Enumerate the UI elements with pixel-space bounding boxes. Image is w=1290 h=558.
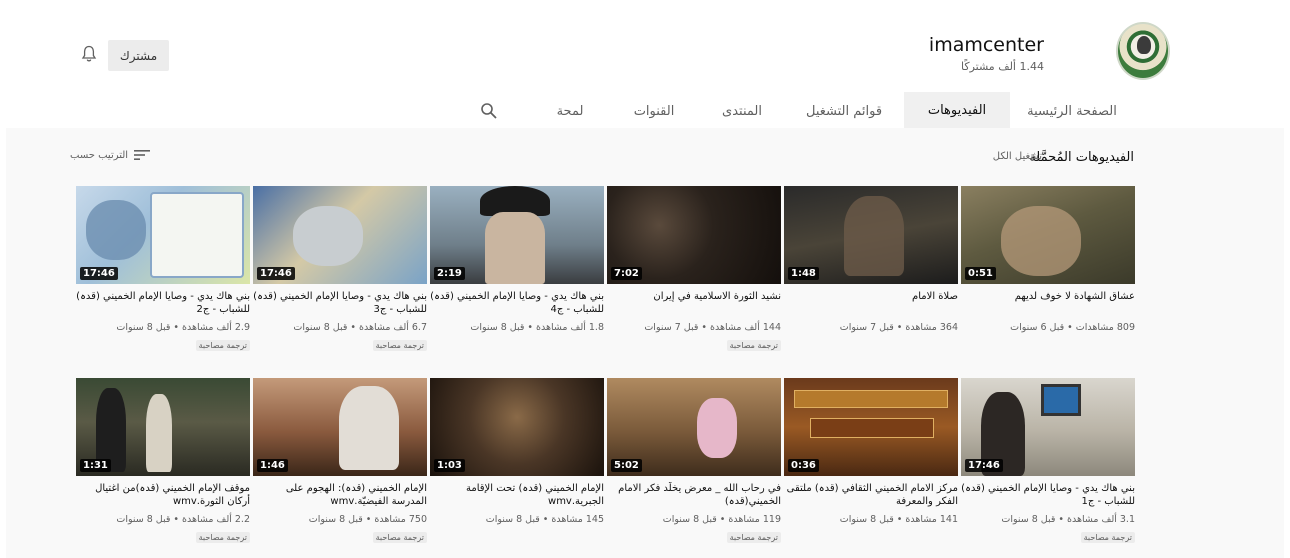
captions-badge: ترجمة مصاحبة <box>1080 532 1135 543</box>
video-title[interactable]: نشيد الثورة الاسلامية في إيران <box>607 290 781 303</box>
channel-header: imamcenter 1.44 ألف مشتركًا مشترك الصفحة… <box>6 4 1284 130</box>
video-duration: 2:19 <box>434 267 465 280</box>
video-duration: 1:48 <box>788 267 819 280</box>
thumbnail-banner <box>810 418 934 438</box>
video-meta: 364 مشاهدة • قبل 7 سنوات <box>839 322 958 333</box>
tab-channels[interactable]: القنوات <box>612 92 696 130</box>
video-title[interactable]: الإمام الخميني (قدہ) تحت الإقامة الجبرية… <box>430 482 604 508</box>
video-duration: 7:02 <box>611 267 642 280</box>
sort-by-label: الترتيب حسب <box>70 149 129 161</box>
video-thumbnail[interactable]: 0:36 <box>784 378 958 476</box>
video-card[interactable]: 1:48 صلاة الامام 364 مشاهدة • قبل 7 سنوا… <box>784 186 958 354</box>
tab-about[interactable]: لمحة <box>532 92 608 130</box>
video-duration: 1:03 <box>434 459 465 472</box>
videos-content: الفيديوهات المُحمَّلة تشغيل الكل الترتيب… <box>6 128 1284 558</box>
tab-videos[interactable]: الفيديوهات <box>904 92 1010 130</box>
video-thumbnail[interactable]: 17:46 <box>961 378 1135 476</box>
video-card[interactable]: 2:19 بني هاك يدي - وصايا الإمام الخميني … <box>430 186 604 354</box>
thumbnail-banner <box>794 390 948 408</box>
video-card[interactable]: 5:02 في رحاب الله _ معرض يخلّد فكر الاما… <box>607 378 781 546</box>
captions-badge: ترجمة مصاحبة <box>195 532 250 543</box>
video-thumbnail[interactable]: 1:31 <box>76 378 250 476</box>
video-card[interactable]: 0:51 عشاق الشهادة لا خوف لديهم 809 مشاهد… <box>961 186 1135 354</box>
thumbnail-tv <box>1041 384 1081 416</box>
video-meta: 141 مشاهدة • قبل 8 سنوات <box>839 514 958 525</box>
thumbnail-figure <box>146 394 172 472</box>
video-duration: 17:46 <box>965 459 1003 472</box>
channel-avatar[interactable] <box>1116 22 1170 80</box>
video-card[interactable]: 17:46 بني هاك يدي - وصايا الإمام الخميني… <box>253 186 427 354</box>
subscriber-count: 1.44 ألف مشتركًا <box>961 60 1044 73</box>
video-meta: 119 مشاهدة • قبل 8 سنوات <box>662 514 781 525</box>
thumbnail-figure <box>485 212 545 284</box>
thumbnail-figure <box>339 386 399 470</box>
video-thumbnail[interactable]: 1:48 <box>784 186 958 284</box>
video-duration: 1:31 <box>80 459 111 472</box>
video-meta: 3.1 ألف مشاهدة • قبل 8 سنوات <box>1001 514 1135 525</box>
video-thumbnail[interactable]: 1:46 <box>253 378 427 476</box>
search-icon[interactable] <box>480 102 498 120</box>
subscribe-button[interactable]: مشترك <box>108 40 169 71</box>
video-title[interactable]: موقف الإمام الخميني (قدہ)من اغتيال أركان… <box>76 482 250 508</box>
video-thumbnail[interactable]: 0:51 <box>961 186 1135 284</box>
video-thumbnail[interactable]: 7:02 <box>607 186 781 284</box>
video-duration: 0:51 <box>965 267 996 280</box>
captions-badge: ترجمة مصاحبة <box>726 340 781 351</box>
video-duration: 5:02 <box>611 459 642 472</box>
shelf-title: الفيديوهات المُحمَّلة <box>1029 150 1134 165</box>
video-title[interactable]: بني هاك يدي - وصايا الإمام الخميني (قدہ)… <box>76 290 250 316</box>
tab-playlists[interactable]: قوائم التشغيل <box>792 92 896 130</box>
thumbnail-figure <box>293 206 363 266</box>
video-meta: 145 مشاهدة • قبل 8 سنوات <box>485 514 604 525</box>
video-card[interactable]: 1:31 موقف الإمام الخميني (قدہ)من اغتيال … <box>76 378 250 546</box>
video-title[interactable]: بني هاك يدي - وصايا الإمام الخميني (قدہ)… <box>961 482 1135 508</box>
video-thumbnail[interactable]: 17:46 <box>76 186 250 284</box>
video-title[interactable]: الإمام الخميني (قدہ): الهجوم على المدرسة… <box>253 482 427 508</box>
video-card[interactable]: 1:46 الإمام الخميني (قدہ): الهجوم على ال… <box>253 378 427 546</box>
video-meta: 2.9 ألف مشاهدة • قبل 8 سنوات <box>116 322 250 333</box>
thumbnail-figure <box>844 196 904 276</box>
video-title[interactable]: في رحاب الله _ معرض يخلّد فكر الامام الخ… <box>607 482 781 508</box>
video-duration: 1:46 <box>257 459 288 472</box>
video-card[interactable]: 17:46 بني هاك يدي - وصايا الإمام الخميني… <box>961 378 1135 546</box>
play-all-link[interactable]: تشغيل الكل <box>993 151 1042 162</box>
video-duration: 17:46 <box>80 267 118 280</box>
bell-icon[interactable] <box>81 45 97 63</box>
video-title[interactable]: صلاة الامام <box>784 290 958 303</box>
video-card[interactable]: 1:03 الإمام الخميني (قدہ) تحت الإقامة ال… <box>430 378 604 546</box>
channel-name[interactable]: imamcenter <box>929 34 1044 56</box>
video-card[interactable]: 0:36 مركز الامام الخميني الثقافي (قدہ) م… <box>784 378 958 546</box>
sort-by-button[interactable]: الترتيب حسب <box>70 149 151 161</box>
sort-icon <box>134 150 151 160</box>
captions-badge: ترجمة مصاحبة <box>195 340 250 351</box>
channel-tabs: الصفحة الرئيسية الفيديوهات قوائم التشغيل… <box>468 92 1128 130</box>
thumbnail-figure <box>86 200 146 260</box>
video-meta: 6.7 ألف مشاهدة • قبل 8 سنوات <box>293 322 427 333</box>
video-thumbnail[interactable]: 2:19 <box>430 186 604 284</box>
video-duration: 0:36 <box>788 459 819 472</box>
video-thumbnail[interactable]: 17:46 <box>253 186 427 284</box>
video-duration: 17:46 <box>257 267 295 280</box>
video-meta: 809 مشاهدات • قبل 6 سنوات <box>1010 322 1135 333</box>
video-meta: 144 ألف مشاهدة • قبل 7 سنوات <box>644 322 781 333</box>
video-card[interactable]: 7:02 نشيد الثورة الاسلامية في إيران 144 … <box>607 186 781 354</box>
captions-badge: ترجمة مصاحبة <box>726 532 781 543</box>
tab-community[interactable]: المنتدى <box>700 92 784 130</box>
thumbnail-figure <box>697 398 737 458</box>
video-title[interactable]: عشاق الشهادة لا خوف لديهم <box>961 290 1135 303</box>
video-title[interactable]: بني هاك يدي - وصايا الإمام الخميني (قدہ)… <box>253 290 427 316</box>
video-meta: 750 مشاهدة • قبل 8 سنوات <box>308 514 427 525</box>
video-thumbnail[interactable]: 5:02 <box>607 378 781 476</box>
captions-badge: ترجمة مصاحبة <box>372 340 427 351</box>
video-thumbnail[interactable]: 1:03 <box>430 378 604 476</box>
captions-badge: ترجمة مصاحبة <box>372 532 427 543</box>
thumbnail-text-panel <box>150 192 244 278</box>
video-title[interactable]: بني هاك يدي - وصايا الإمام الخميني (قدہ)… <box>430 290 604 316</box>
thumbnail-figure <box>1001 206 1081 276</box>
video-card[interactable]: 17:46 بني هاك يدي - وصايا الإمام الخميني… <box>76 186 250 354</box>
tab-home[interactable]: الصفحة الرئيسية <box>1016 92 1128 130</box>
video-meta: 2.2 ألف مشاهدة • قبل 8 سنوات <box>116 514 250 525</box>
video-title[interactable]: مركز الامام الخميني الثقافي (قدہ) ملتقى … <box>784 482 958 508</box>
video-meta: 1.8 ألف مشاهدة • قبل 8 سنوات <box>470 322 604 333</box>
